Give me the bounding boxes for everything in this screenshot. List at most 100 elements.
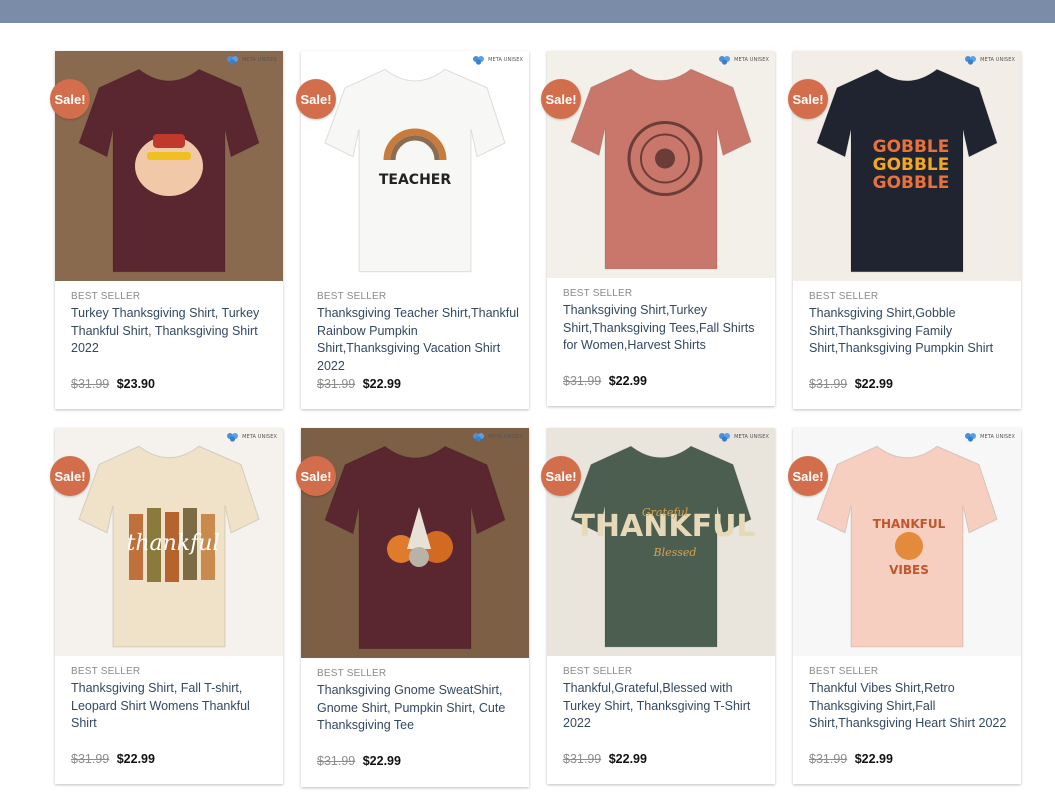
sale-price: $22.99: [608, 752, 647, 766]
sale-badge: Sale!: [296, 79, 336, 119]
brand-logo: META UNISEX: [718, 55, 769, 65]
brand-logo-icon: [227, 433, 239, 442]
brand-logo: META UNISEX: [472, 55, 523, 65]
original-price: $31.99: [317, 377, 356, 391]
brand-logo: META UNISEX: [964, 55, 1015, 65]
brand-logo-text: META UNISEX: [488, 57, 523, 63]
product-title-link[interactable]: Thankful Vibes Shirt,Retro Thanksgiving …: [809, 680, 1011, 733]
product-card[interactable]: GOBBLE GOBBLE GOBBLE META UNISEX BEST SE…: [793, 51, 1021, 409]
product-title-link[interactable]: Thanksgiving Gnome SweatShirt, Gnome Shi…: [317, 682, 519, 735]
product-category: BEST SELLER: [317, 668, 387, 679]
product-info: BEST SELLER Thanksgiving Gnome SweatShir…: [317, 668, 519, 735]
product-price: $31.99 $22.99: [563, 374, 647, 388]
sale-price: $22.99: [854, 752, 893, 766]
sale-badge: Sale!: [296, 456, 336, 496]
product-card[interactable]: META UNISEX BEST SELLER Turkey Thanksgiv…: [55, 51, 283, 409]
product-card[interactable]: THANKFUL Grateful Blessed META UNISEX BE…: [547, 428, 775, 784]
product-category: BEST SELLER: [71, 666, 141, 677]
brand-logo: META UNISEX: [964, 432, 1015, 442]
product-info: BEST SELLER Thanksgiving Shirt,Gobble Sh…: [809, 291, 1011, 358]
product-image[interactable]: THANKFUL Grateful Blessed META UNISEX: [547, 428, 775, 656]
brand-logo-text: META UNISEX: [242, 57, 277, 63]
sale-badge: Sale!: [50, 456, 90, 496]
product-category: BEST SELLER: [71, 291, 141, 302]
brand-logo: META UNISEX: [226, 55, 277, 65]
brand-logo-text: META UNISEX: [980, 434, 1015, 440]
product-info: BEST SELLER Thanksgiving Teacher Shirt,T…: [317, 291, 519, 375]
sale-price: $22.99: [116, 752, 155, 766]
product-title-link[interactable]: Thanksgiving Shirt,Turkey Shirt,Thanksgi…: [563, 302, 765, 355]
sale-price: $22.99: [608, 374, 647, 388]
sale-badge: Sale!: [541, 456, 581, 496]
sale-badge: Sale!: [541, 79, 581, 119]
original-price: $31.99: [809, 752, 848, 766]
top-header-bar: [0, 0, 1055, 23]
product-title-link[interactable]: Turkey Thanksgiving Shirt, Turkey Thankf…: [71, 305, 273, 358]
product-category: BEST SELLER: [563, 666, 633, 677]
product-title-link[interactable]: Thanksgiving Shirt,Gobble Shirt,Thanksgi…: [809, 305, 1011, 358]
brand-logo-text: META UNISEX: [734, 57, 769, 63]
svg-text:Blessed: Blessed: [653, 546, 697, 559]
svg-text:GOBBLE: GOBBLE: [873, 173, 950, 193]
brand-logo-text: META UNISEX: [734, 434, 769, 440]
brand-logo-icon: [227, 56, 239, 65]
svg-text:THANKFUL: THANKFUL: [873, 517, 946, 531]
product-title-link[interactable]: Thanksgiving Teacher Shirt,Thankful Rain…: [317, 305, 519, 375]
product-category: BEST SELLER: [317, 291, 387, 302]
product-category: BEST SELLER: [809, 666, 879, 677]
svg-text:GOBBLE: GOBBLE: [873, 137, 950, 157]
brand-logo-icon: [965, 56, 977, 65]
product-price: $31.99 $22.99: [317, 377, 401, 391]
product-image[interactable]: GOBBLE GOBBLE GOBBLE META UNISEX: [793, 51, 1021, 281]
sale-price: $22.99: [854, 377, 893, 391]
brand-logo: META UNISEX: [472, 432, 523, 442]
product-image[interactable]: thankful META UNISEX: [55, 428, 283, 656]
original-price: $31.99: [563, 374, 602, 388]
product-category: BEST SELLER: [809, 291, 879, 302]
product-title-link[interactable]: Thanksgiving Shirt, Fall T-shirt, Leopar…: [71, 680, 273, 733]
product-image[interactable]: TEACHER META UNISEX: [301, 51, 529, 281]
product-price: $31.99 $22.99: [71, 752, 155, 766]
brand-logo-icon: [719, 56, 731, 65]
sale-price: $22.99: [362, 754, 401, 768]
brand-logo: META UNISEX: [718, 432, 769, 442]
svg-text:VIBES: VIBES: [889, 563, 929, 577]
product-card[interactable]: META UNISEX BEST SELLER Thanksgiving Shi…: [547, 51, 775, 406]
svg-text:Grateful: Grateful: [642, 506, 689, 519]
sale-badge: Sale!: [50, 79, 90, 119]
product-info: BEST SELLER Thanksgiving Shirt,Turkey Sh…: [563, 288, 765, 355]
sale-badge: Sale!: [788, 79, 828, 119]
svg-text:TEACHER: TEACHER: [379, 172, 452, 188]
brand-logo-text: META UNISEX: [980, 57, 1015, 63]
sale-price: $22.99: [362, 377, 401, 391]
product-info: BEST SELLER Thankful,Grateful,Blessed wi…: [563, 666, 765, 733]
product-price: $31.99 $22.99: [317, 754, 401, 768]
brand-logo-text: META UNISEX: [488, 434, 523, 440]
product-image[interactable]: META UNISEX: [547, 51, 775, 278]
product-info: BEST SELLER Thanksgiving Shirt, Fall T-s…: [71, 666, 273, 733]
product-card[interactable]: TEACHER META UNISEX BEST SELLER Thanksgi…: [301, 51, 529, 409]
product-image[interactable]: THANKFUL VIBES META UNISEX: [793, 428, 1021, 656]
product-price: $31.99 $22.99: [563, 752, 647, 766]
product-price: $31.99 $22.99: [809, 377, 893, 391]
original-price: $31.99: [563, 752, 602, 766]
brand-logo: META UNISEX: [226, 432, 277, 442]
svg-text:thankful: thankful: [127, 531, 220, 556]
sale-badge: Sale!: [788, 456, 828, 496]
product-image[interactable]: META UNISEX: [301, 428, 529, 658]
product-image[interactable]: META UNISEX: [55, 51, 283, 281]
product-title-link[interactable]: Thankful,Grateful,Blessed with Turkey Sh…: [563, 680, 765, 733]
brand-logo-icon: [965, 433, 977, 442]
brand-logo-icon: [473, 433, 485, 442]
sale-price: $23.90: [116, 377, 155, 391]
original-price: $31.99: [317, 754, 356, 768]
original-price: $31.99: [71, 377, 110, 391]
original-price: $31.99: [71, 752, 110, 766]
product-price: $31.99 $23.90: [71, 377, 155, 391]
original-price: $31.99: [809, 377, 848, 391]
brand-logo-icon: [473, 56, 485, 65]
brand-logo-icon: [719, 433, 731, 442]
product-info: BEST SELLER Thankful Vibes Shirt,Retro T…: [809, 666, 1011, 733]
product-card[interactable]: META UNISEX BEST SELLER Thanksgiving Gno…: [301, 428, 529, 787]
svg-text:GOBBLE: GOBBLE: [873, 155, 950, 175]
